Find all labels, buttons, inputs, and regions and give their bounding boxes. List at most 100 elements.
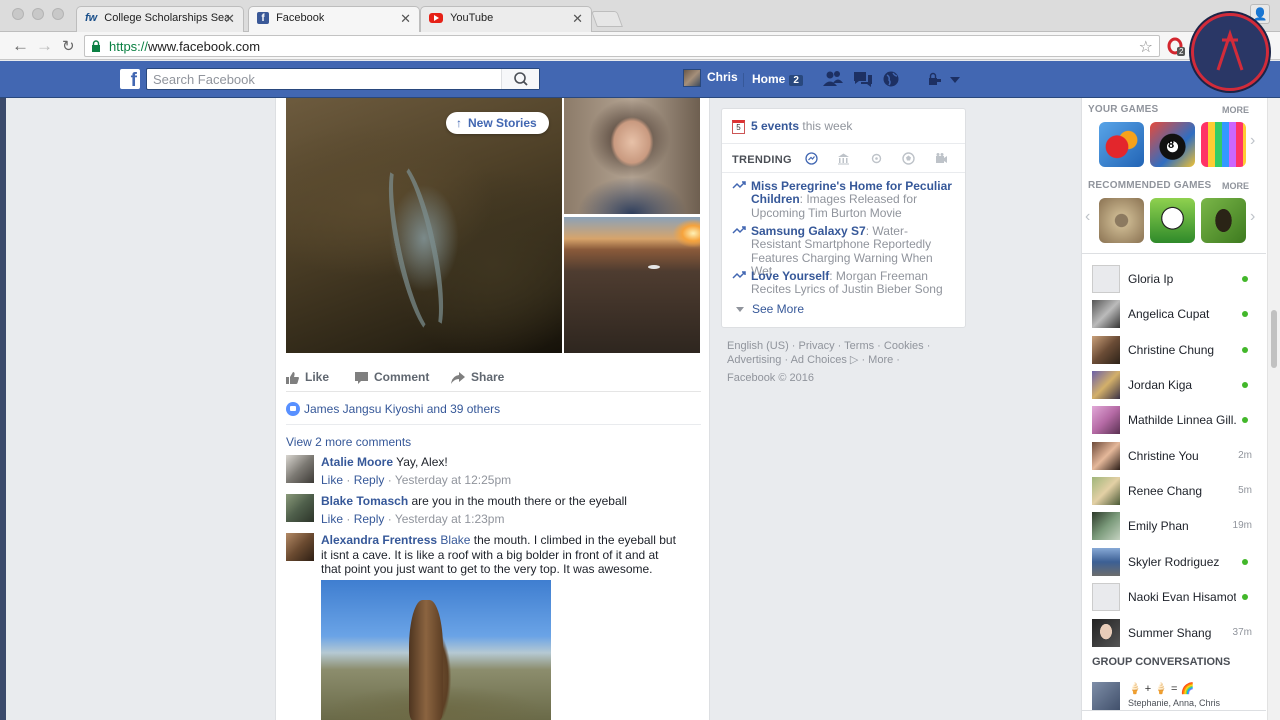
chevron-right-icon[interactable]: › — [1250, 132, 1255, 150]
close-icon[interactable]: ✕ — [224, 11, 235, 27]
politics-icon[interactable] — [837, 152, 850, 165]
home-link[interactable]: Home 2 — [752, 72, 803, 86]
tab-facebook[interactable]: f Facebook ✕ — [248, 6, 420, 32]
footer-link-privacy[interactable]: Privacy — [799, 340, 835, 352]
avatar — [1092, 583, 1120, 611]
see-more-label: See More — [752, 302, 805, 316]
tab-college-scholarships[interactable]: fw College Scholarships Search ✕ — [76, 6, 244, 32]
footer-link-ad-choices[interactable]: Ad Choices — [791, 354, 847, 366]
comment-timestamp[interactable]: Yesterday at 12:25pm — [395, 473, 511, 487]
search-input[interactable] — [147, 69, 497, 89]
notifications-globe-icon[interactable] — [882, 70, 900, 88]
share-button[interactable]: Share — [451, 370, 504, 384]
post-photo-sunset[interactable] — [564, 217, 700, 353]
address-bar[interactable]: https://www.facebook.com ☆ — [84, 35, 1160, 57]
trending-title-link[interactable]: Love Yourself — [751, 269, 829, 283]
chat-contact[interactable]: Emily Phan 19m — [1092, 511, 1258, 541]
chat-contact[interactable]: Summer Shang 37m — [1092, 618, 1258, 648]
new-stories-button[interactable]: ↑ New Stories — [446, 112, 549, 134]
chevron-right-icon[interactable]: › — [1250, 208, 1255, 226]
new-tab-button[interactable] — [591, 11, 623, 27]
browser-tab-strip: fw College Scholarships Search ✕ f Faceb… — [0, 0, 1280, 32]
window-zoom-button[interactable] — [52, 8, 64, 20]
post-photo-selfie[interactable] — [564, 98, 700, 214]
chat-contact[interactable]: Gloria Ip — [1092, 264, 1258, 294]
calendar-icon: 5 — [732, 119, 745, 134]
avatar[interactable] — [286, 455, 314, 483]
recommended-games-more-link[interactable]: MORE — [1222, 181, 1249, 191]
comment-reply-link[interactable]: Reply — [354, 473, 385, 487]
page-scrollbar[interactable] — [1267, 98, 1280, 720]
friend-requests-icon[interactable] — [822, 70, 844, 88]
facebook-header: f Chris Home2 — [0, 61, 1280, 98]
search-button[interactable] — [501, 69, 539, 89]
reload-icon[interactable]: ↻ — [62, 37, 75, 55]
chevron-left-icon[interactable]: ‹ — [1085, 208, 1090, 226]
avatar — [1092, 682, 1120, 710]
avatar[interactable] — [286, 494, 314, 522]
close-icon[interactable]: ✕ — [400, 11, 411, 27]
trending-title-link[interactable]: Samsung Galaxy S7 — [751, 224, 866, 238]
your-games-more-link[interactable]: MORE — [1222, 105, 1249, 115]
chat-contact[interactable]: Christine Chung — [1092, 335, 1258, 365]
chat-contact[interactable]: Christine You 2m — [1092, 441, 1258, 471]
comment-button[interactable]: Comment — [355, 370, 429, 384]
marble-game-icon[interactable] — [1099, 198, 1144, 243]
messages-icon[interactable] — [852, 70, 874, 88]
avatar — [1092, 512, 1120, 540]
see-more-link[interactable]: See More — [736, 302, 804, 316]
candy-crush-game-icon[interactable] — [1099, 122, 1144, 167]
like-button[interactable]: Like — [286, 370, 329, 384]
footer-link-advertising[interactable]: Advertising — [727, 354, 781, 366]
entertainment-camera-icon[interactable] — [935, 152, 948, 165]
tab-youtube[interactable]: YouTube ✕ — [420, 6, 592, 32]
comment-reply-link[interactable]: Reply — [354, 512, 385, 526]
facebook-logo-icon[interactable]: f — [120, 69, 140, 89]
comment-author-link[interactable]: Alexandra Frentress — [321, 533, 437, 547]
chat-search-bar[interactable] — [1082, 710, 1266, 720]
sports-ball-icon[interactable] — [902, 152, 915, 165]
bookmark-star-icon[interactable]: ☆ — [1139, 37, 1153, 57]
comment-mention-link[interactable]: Blake — [440, 533, 470, 547]
footer-link-more[interactable]: More — [868, 354, 893, 366]
trending-top-icon[interactable] — [805, 152, 818, 165]
footer-link-terms[interactable]: Terms — [844, 340, 874, 352]
footer-link-language[interactable]: English (US) — [727, 340, 789, 352]
word-game-icon[interactable] — [1201, 122, 1246, 167]
science-icon[interactable] — [870, 152, 883, 165]
profile-link[interactable]: Chris — [683, 69, 738, 87]
comment-author-link[interactable]: Blake Tomasch — [321, 494, 408, 508]
chat-contact[interactable]: Renee Chang 5m — [1092, 476, 1258, 506]
post-photo-canyon[interactable] — [286, 98, 562, 353]
forward-arrow-icon[interactable]: → — [36, 36, 53, 56]
back-arrow-icon[interactable]: ← — [12, 36, 29, 56]
soccer-game-icon[interactable] — [1150, 198, 1195, 243]
contact-name: Summer Shang — [1128, 626, 1212, 640]
comment-photo-rock-tower[interactable] — [321, 580, 551, 720]
like-reaction-icon — [286, 401, 300, 416]
online-status-dot — [1242, 311, 1248, 317]
window-close-button[interactable] — [12, 8, 24, 20]
chat-contact[interactable]: Angelica Cupat — [1092, 299, 1258, 329]
comment-timestamp[interactable]: Yesterday at 1:23pm — [395, 512, 505, 526]
likes-summary[interactable]: James Jangsu Kiyoshi and 39 others — [286, 401, 500, 416]
mahjong-game-icon[interactable] — [1201, 198, 1246, 243]
account-menu[interactable] — [928, 72, 968, 91]
footer-link-cookies[interactable]: Cookies — [884, 340, 924, 352]
avatar[interactable] — [286, 533, 314, 561]
comment-like-link[interactable]: Like — [321, 512, 343, 526]
chat-contact[interactable]: Skyler Rodriguez — [1092, 547, 1258, 577]
events-row[interactable]: 5 5 events this week — [732, 119, 852, 134]
contact-name: Mathilde Linnea Gill... — [1128, 413, 1236, 427]
view-more-comments-link[interactable]: View 2 more comments — [286, 435, 411, 449]
group-conversation-item[interactable]: 🍦 + 🍦 = 🌈 Stephanie, Anna, Chris — [1092, 682, 1262, 712]
chat-contact[interactable]: Jordan Kiga — [1092, 370, 1258, 400]
comment-author-link[interactable]: Atalie Moore — [321, 455, 393, 469]
comment-like-link[interactable]: Like — [321, 473, 343, 487]
window-minimize-button[interactable] — [32, 8, 44, 20]
close-icon[interactable]: ✕ — [572, 11, 583, 27]
8-ball-pool-game-icon[interactable]: 8 — [1150, 122, 1195, 167]
chat-contact[interactable]: Naoki Evan Hisamoto — [1092, 582, 1258, 612]
chat-contact[interactable]: Mathilde Linnea Gill... — [1092, 405, 1258, 435]
scrollbar-thumb[interactable] — [1271, 310, 1277, 368]
